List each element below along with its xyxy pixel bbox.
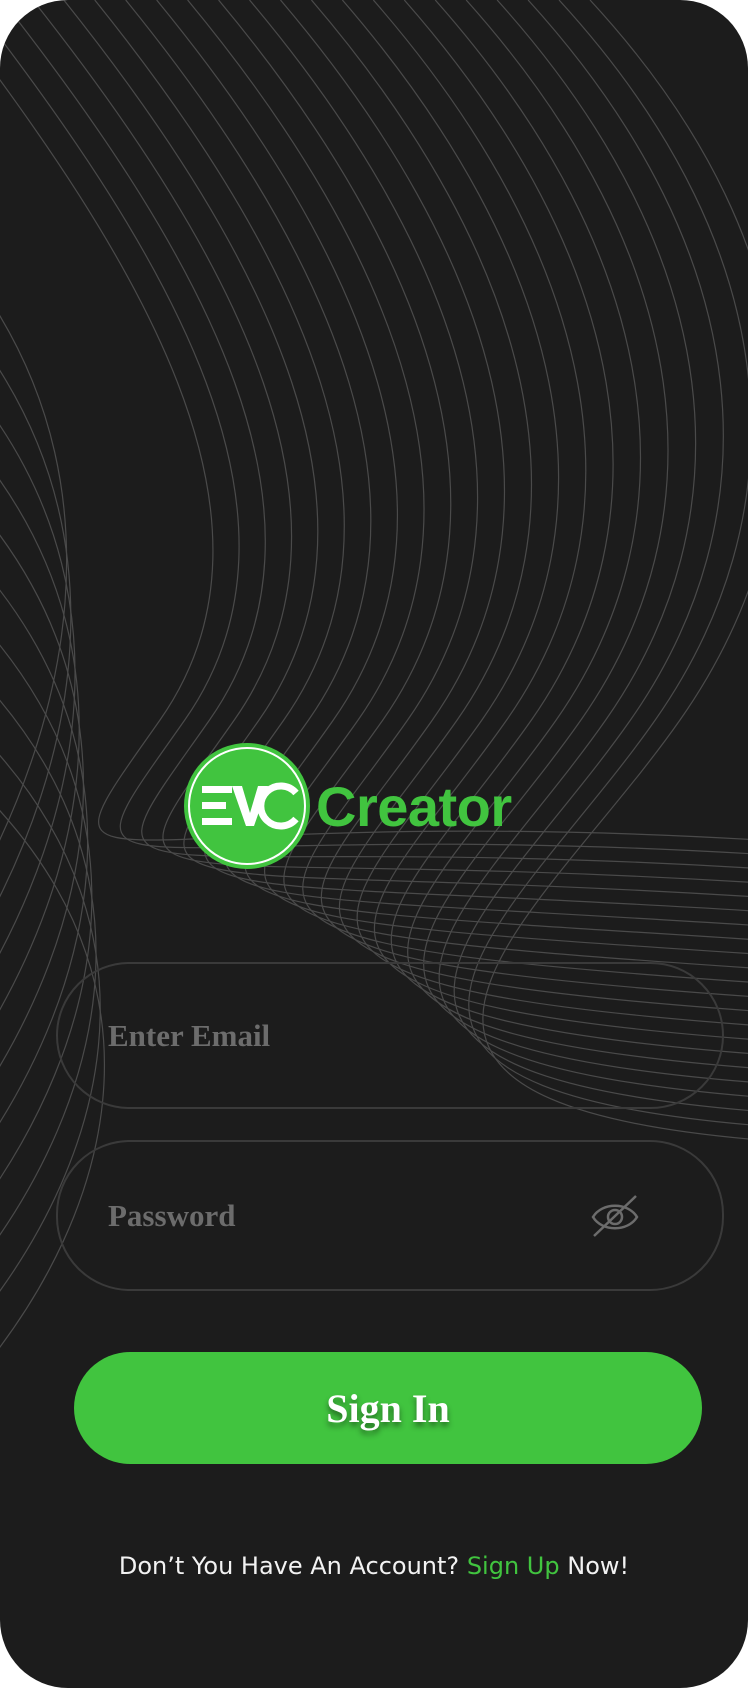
sign-in-button[interactable]: Sign In	[74, 1352, 702, 1464]
login-screen: Creator Sign In Don’t You Have An Accoun…	[0, 0, 748, 1688]
brand-logo: Creator	[184, 742, 512, 870]
wave-line	[0, 369, 72, 898]
evc-logo-icon	[184, 743, 310, 869]
wave-line	[0, 424, 76, 955]
wave-line	[0, 479, 80, 1011]
signup-prompt-text: Don’t You Have An Account?	[118, 1552, 460, 1580]
wave-line	[390, 0, 748, 1054]
sign-up-link[interactable]: Sign Up	[467, 1552, 560, 1580]
email-input[interactable]	[108, 1017, 548, 1054]
wave-line	[453, 0, 748, 1111]
brand-name: Creator	[316, 774, 512, 838]
password-input[interactable]	[108, 1197, 548, 1234]
signup-prompt-suffix: Now!	[567, 1552, 630, 1580]
wave-line	[0, 78, 748, 841]
wave-line	[341, 0, 748, 1026]
wave-line	[0, 36, 748, 855]
email-field-container	[56, 962, 724, 1109]
wave-line	[0, 315, 68, 841]
wave-line	[1, 0, 748, 869]
eye-off-icon[interactable]	[590, 1194, 640, 1238]
wave-line	[423, 0, 748, 1083]
wave-line	[438, 0, 748, 1097]
password-field-container	[56, 1140, 724, 1291]
signup-prompt: Don’t You Have An Account? Sign Up Now!	[0, 1552, 748, 1580]
wave-line	[372, 0, 748, 1040]
